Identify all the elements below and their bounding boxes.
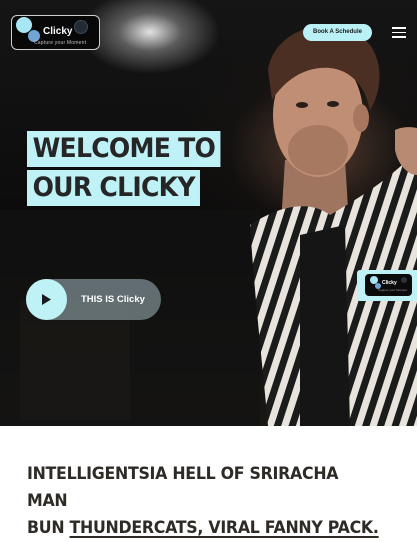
hero-photo [0, 25, 417, 426]
logo-tagline: Capture your Moment [34, 40, 87, 46]
intro-line-1: INTELLIGENTSIA HELL OF SRIRACHA MAN [27, 464, 339, 511]
play-video-button[interactable]: THIS IS Clicky [26, 279, 161, 320]
logo-mark-dot-dark [74, 20, 88, 34]
play-button-circle[interactable] [26, 279, 67, 320]
side-badge-tagline: Capture your Moment [378, 288, 408, 292]
logo-name: Clicky [43, 26, 73, 37]
hero-heading-line-1: WELCOME TO [27, 131, 221, 167]
side-badge-mark-dot-dark [401, 277, 407, 283]
side-badge-logo: Clicky Capture your Moment [365, 274, 412, 296]
play-button-label: THIS IS Clicky [81, 294, 145, 305]
intro-heading: INTELLIGENTSIA HELL OF SRIRACHA MAN BUN … [27, 461, 380, 542]
hero-heading-line-2: OUR CLICKY [27, 170, 201, 206]
hamburger-menu-icon[interactable] [392, 27, 406, 38]
intro-link[interactable]: THUNDERCATS, VIRAL FANNY PACK. [70, 518, 379, 538]
side-badge-name: Clicky [382, 280, 397, 286]
brand-logo[interactable]: Clicky Capture your Moment [11, 15, 100, 50]
intro-line-2-prefix: BUN [27, 518, 70, 538]
book-schedule-button[interactable]: Book A Schedule [303, 24, 372, 41]
hero-section: Clicky Capture your Moment Book A Schedu… [0, 0, 417, 426]
side-floating-badge[interactable]: Clicky Capture your Moment [357, 270, 417, 301]
play-icon [42, 294, 51, 305]
intro-line-2: BUN THUNDERCATS, VIRAL FANNY PACK. [27, 515, 380, 542]
